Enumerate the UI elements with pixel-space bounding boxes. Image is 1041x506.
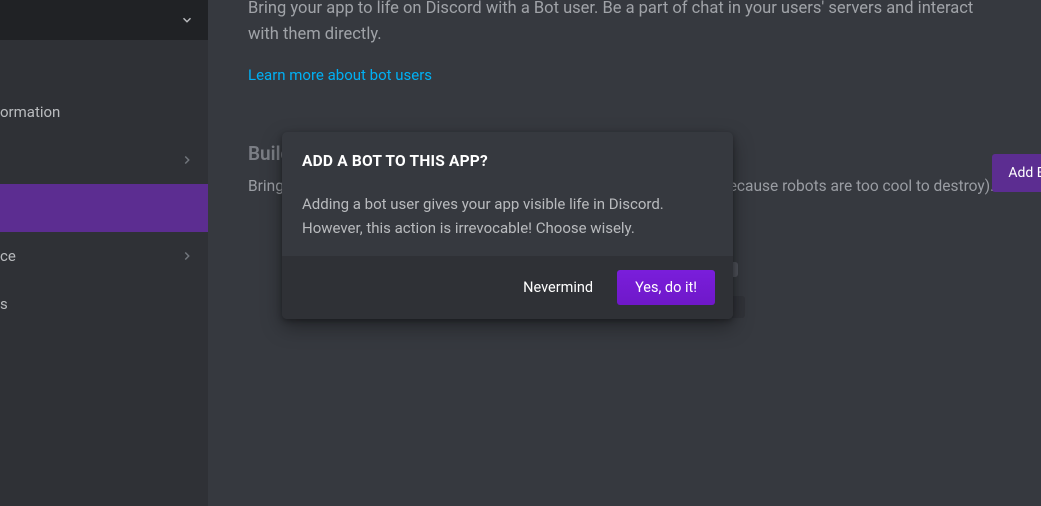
sidebar: ormation ce s bbox=[0, 0, 208, 506]
intro-line-2: with them directly. bbox=[248, 22, 1001, 48]
sidebar-item-webhooks[interactable]: s bbox=[0, 280, 208, 328]
chevron-right-icon bbox=[180, 249, 194, 263]
modal-footer: Nevermind Yes, do it! bbox=[282, 256, 733, 319]
add-bot-button[interactable]: Add Bot bbox=[992, 154, 1041, 192]
sidebar-item-general-information[interactable]: ormation bbox=[0, 88, 208, 136]
chevron-down-icon bbox=[180, 13, 194, 27]
cancel-button[interactable]: Nevermind bbox=[517, 271, 599, 304]
sidebar-item-label: s bbox=[0, 295, 208, 313]
modal-text-line: However, this action is irrevocable! Cho… bbox=[302, 216, 713, 240]
chevron-right-icon bbox=[180, 153, 194, 167]
sidebar-item-bot[interactable] bbox=[0, 184, 208, 232]
confirm-modal: ADD A BOT TO THIS APP? Adding a bot user… bbox=[282, 132, 733, 319]
sidebar-item-label: ce bbox=[0, 247, 208, 265]
modal-body: ADD A BOT TO THIS APP? Adding a bot user… bbox=[282, 132, 733, 256]
modal-title: ADD A BOT TO THIS APP? bbox=[302, 152, 713, 170]
sidebar-nav: ormation ce s bbox=[0, 40, 208, 328]
intro-line-1: Bring your app to life on Discord with a… bbox=[248, 0, 1001, 22]
sidebar-header[interactable] bbox=[0, 0, 208, 40]
sidebar-item-rich-presence[interactable]: ce bbox=[0, 232, 208, 280]
sidebar-item-label: ormation bbox=[0, 103, 208, 121]
intro-text: Bring your app to life on Discord with a… bbox=[248, 0, 1001, 84]
confirm-button[interactable]: Yes, do it! bbox=[617, 270, 715, 305]
modal-text-line: Adding a bot user gives your app visible… bbox=[302, 192, 713, 216]
learn-more-link[interactable]: Learn more about bot users bbox=[248, 66, 432, 84]
modal-text: Adding a bot user gives your app visible… bbox=[302, 192, 713, 240]
sidebar-item-oauth2[interactable] bbox=[0, 136, 208, 184]
